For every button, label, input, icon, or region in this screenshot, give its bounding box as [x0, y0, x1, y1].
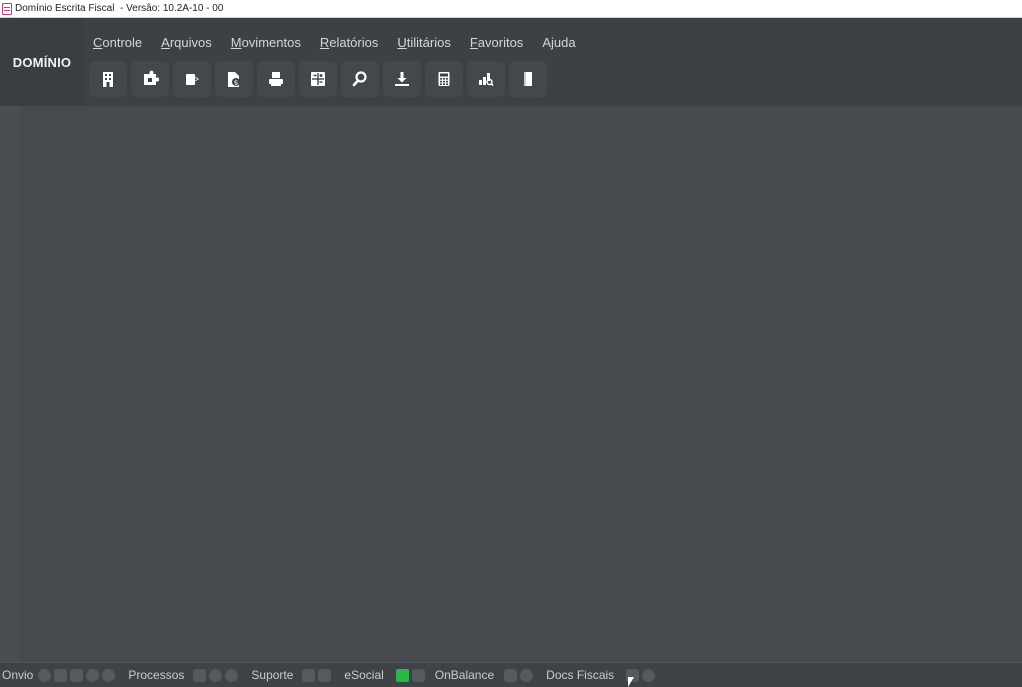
- suporte-status-icon-2[interactable]: [318, 668, 332, 682]
- search-icon: [352, 71, 367, 87]
- document-dollar-icon: $: [228, 72, 240, 87]
- menu-relatorios-rest: elatórios: [329, 35, 379, 50]
- processos-status-icon-1[interactable]: [193, 668, 207, 682]
- toolbar: $: [89, 61, 547, 97]
- mouse-cursor: [628, 677, 634, 687]
- status-docs-fiscais-label: Docs Fiscais: [546, 668, 615, 682]
- building-icon: [103, 72, 113, 87]
- printer-icon: [269, 72, 283, 86]
- window-title: Domínio Escrita Fiscal - Versão: 10.2A-1…: [15, 3, 224, 14]
- processos-status-icon-3[interactable]: [225, 668, 239, 682]
- download-icon: [395, 72, 409, 86]
- menu-ajuda[interactable]: Ajuda: [542, 35, 575, 51]
- toolbar-button-puzzle[interactable]: [131, 61, 169, 97]
- menu-controle-rest: ontrole: [102, 35, 143, 50]
- toolbar-button-document-dollar[interactable]: $: [215, 61, 253, 97]
- status-bar: Onvio Processos Suporte eSocial OnBalanc…: [0, 662, 1022, 687]
- svg-text:$: $: [234, 79, 238, 87]
- workspace-area: [0, 106, 1022, 662]
- toolbar-button-building[interactable]: [89, 61, 127, 97]
- menu-utilitarios-rest: tilitários: [406, 35, 451, 50]
- suporte-status-icon-1[interactable]: [302, 668, 316, 682]
- menu-ajuda-label: Ajuda: [542, 35, 576, 50]
- spreadsheet-icon: [311, 72, 325, 86]
- status-suporte-label: Suporte: [251, 668, 294, 682]
- brand-label: DOMÍNIO: [12, 54, 72, 70]
- book-icon: [524, 72, 532, 86]
- onvio-status-icon-3[interactable]: [70, 668, 84, 682]
- menu-arquivos[interactable]: Arquivos: [161, 35, 212, 51]
- menu-movimentos[interactable]: Movimentos: [231, 35, 301, 51]
- status-onvio-label: Onvio: [2, 668, 34, 682]
- toolbar-button-spreadsheet[interactable]: [299, 61, 337, 97]
- export-icon: [186, 74, 199, 85]
- esocial-ok-icon[interactable]: [395, 668, 409, 682]
- toolbar-button-calculator[interactable]: [425, 61, 463, 97]
- onvio-status-icon-5[interactable]: [102, 668, 116, 682]
- toolbar-button-download[interactable]: [383, 61, 421, 97]
- app-header: DOMÍNIO Controle Arquivos Movimentos Rel…: [0, 18, 1022, 106]
- menu-favoritos[interactable]: Favoritos: [470, 35, 523, 51]
- status-esocial-label: eSocial: [344, 668, 384, 682]
- toolbar-button-printer[interactable]: [257, 61, 295, 97]
- onvio-status-icon-1[interactable]: [38, 668, 52, 682]
- calculator-icon: [438, 72, 450, 86]
- docs-fiscais-status-icon-2[interactable]: [642, 668, 656, 682]
- onbalance-status-icon-1[interactable]: [504, 668, 518, 682]
- esocial-status-icon-2[interactable]: [411, 668, 425, 682]
- brand-logo: DOMÍNIO: [0, 18, 84, 106]
- menu-relatorios[interactable]: Relatórios: [320, 35, 379, 51]
- toolbar-button-book[interactable]: [509, 61, 547, 97]
- window-titlebar: Domínio Escrita Fiscal - Versão: 10.2A-1…: [0, 0, 1022, 18]
- menu-favoritos-rest: avoritos: [477, 35, 524, 50]
- toolbar-button-chart-search[interactable]: [467, 61, 505, 97]
- puzzle-icon: [144, 70, 159, 85]
- onvio-status-icon-4[interactable]: [86, 668, 100, 682]
- onvio-status-icon-2[interactable]: [54, 668, 68, 682]
- menu-arquivos-rest: rquivos: [169, 35, 212, 50]
- toolbar-button-search[interactable]: [341, 61, 379, 97]
- status-onbalance-label: OnBalance: [434, 668, 495, 682]
- status-processos-label: Processos: [128, 668, 185, 682]
- app-document-icon: [2, 2, 12, 15]
- menu-controle[interactable]: Controle: [93, 35, 142, 51]
- menu-movimentos-rest: ovimentos: [241, 35, 301, 50]
- onbalance-status-icon-2[interactable]: [520, 668, 534, 682]
- toolbar-button-export[interactable]: [173, 61, 211, 97]
- chart-search-icon: [479, 73, 494, 87]
- processos-status-icon-2[interactable]: [209, 668, 223, 682]
- menu-bar: Controle Arquivos Movimentos Relatórios …: [93, 35, 595, 51]
- menu-utilitarios[interactable]: Utilitários: [397, 35, 450, 51]
